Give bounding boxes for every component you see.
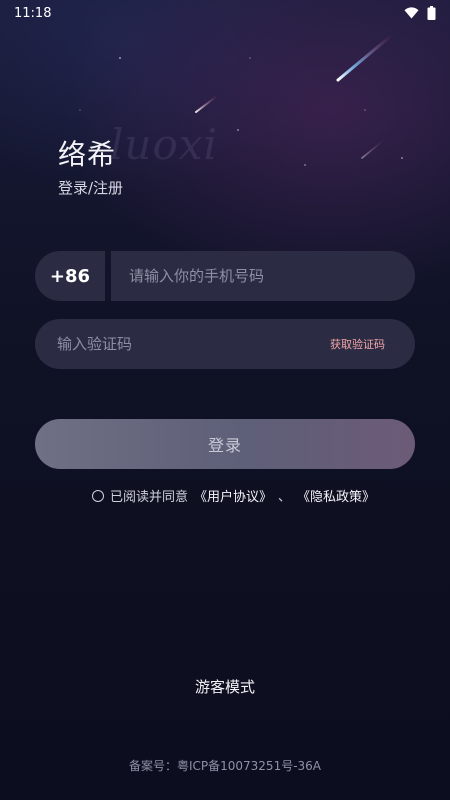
meteor-faint (361, 139, 385, 159)
agreement-row: 已阅读并同意 《用户协议》、《隐私政策》 (92, 486, 375, 505)
phone-row: +86 (35, 251, 415, 301)
get-code-button[interactable]: 获取验证码 (330, 336, 385, 352)
user-agreement-link[interactable]: 《用户协议》 (194, 486, 272, 505)
brand-watermark: luoxi (110, 120, 218, 169)
privacy-policy-link[interactable]: 《隐私政策》 (297, 486, 375, 505)
agreement-checkbox[interactable] (92, 489, 104, 502)
login-button[interactable]: 登录 (35, 419, 415, 469)
brand-title: 络希 (58, 138, 117, 171)
country-code-selector[interactable]: +86 (35, 251, 105, 301)
meteor-small (195, 95, 218, 113)
agreement-separator: 、 (278, 490, 292, 505)
phone-field[interactable] (111, 251, 415, 301)
icp-record: 备案号：粤ICP备10073251号-36A (128, 759, 322, 773)
login-screen: 11:18 luoxi 络希 登录/注册 +86 请输入你的手机号码 输入验证码… (0, 0, 450, 800)
phone-input[interactable] (127, 266, 415, 286)
verification-code-input[interactable] (55, 334, 330, 354)
guest-mode-link[interactable]: 游客模式 (0, 676, 450, 697)
agreement-prefix: 已阅读并同意 (110, 490, 189, 505)
verification-code-field[interactable]: 获取验证码 (35, 319, 415, 369)
brand-subtitle: 登录/注册 (58, 179, 124, 197)
meteor-large (336, 33, 394, 82)
